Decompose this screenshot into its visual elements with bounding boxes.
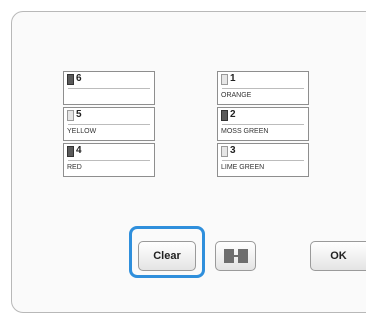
needle-number: 1 [230,73,236,84]
thread-color-name: MOSS GREEN [221,128,269,135]
thread-color-name: LIME GREEN [221,164,265,171]
thread-color-name: RED [67,164,82,171]
needle-number: 6 [76,73,82,84]
needle-bar-1[interactable]: 1 ORANGE [217,71,309,105]
needle-bar-6[interactable]: 6 [63,71,155,105]
thread-color-name: YELLOW [67,128,97,135]
needle-number: 2 [230,109,236,120]
needle-number: 5 [76,109,82,120]
spool-icon [221,74,228,85]
spool-icon [221,110,228,121]
needle-number: 4 [76,145,82,156]
thread-color-name: ORANGE [221,92,252,99]
ok-button[interactable]: OK [310,241,366,271]
needle-bar-3[interactable]: 3 LIME GREEN [217,143,309,177]
clear-button[interactable]: Clear [138,241,196,271]
swap-spools-icon [223,249,248,263]
needle-bar-5[interactable]: 5 YELLOW [63,107,155,141]
needle-bar-2[interactable]: 2 MOSS GREEN [217,107,309,141]
spool-icon [221,146,228,157]
spool-icon [67,74,74,85]
spool-icon [67,110,74,121]
spool-icon [67,146,74,157]
needle-number: 3 [230,145,236,156]
swap-spools-button[interactable] [215,241,256,271]
needle-bar-4[interactable]: 4 RED [63,143,155,177]
